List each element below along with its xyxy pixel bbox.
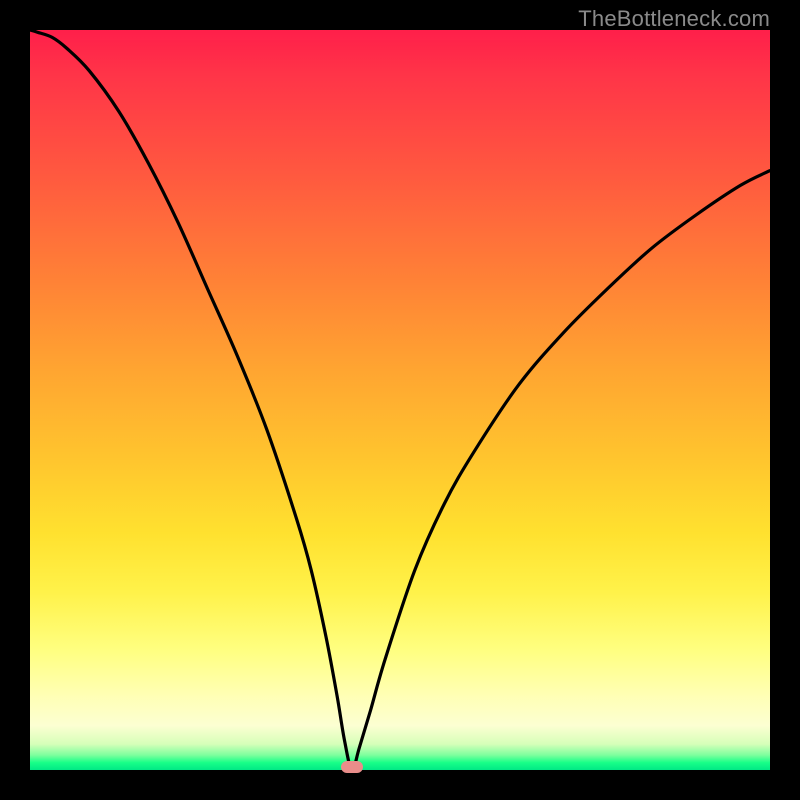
bottleneck-curve [30, 30, 770, 770]
watermark-text: TheBottleneck.com [578, 6, 770, 32]
plot-area [30, 30, 770, 770]
chart-frame: TheBottleneck.com [0, 0, 800, 800]
curve-path [30, 30, 770, 770]
optimum-marker [341, 761, 363, 773]
